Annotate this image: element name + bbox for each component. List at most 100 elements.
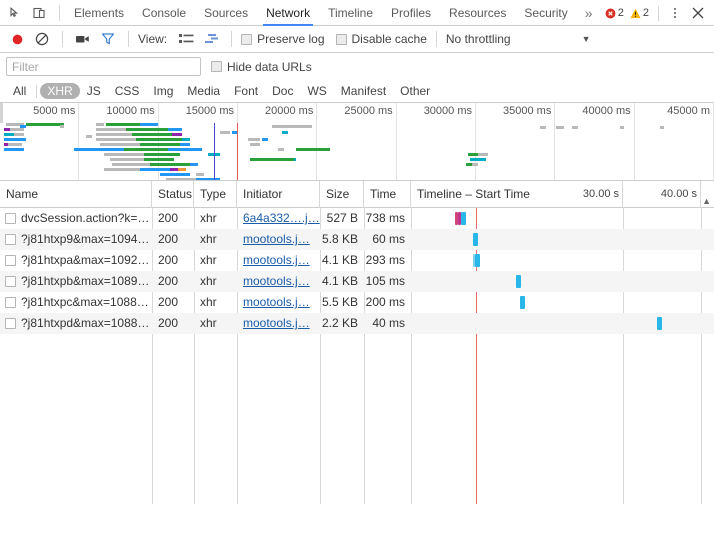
row-checkbox[interactable] — [5, 276, 16, 287]
type-filter-img[interactable]: Img — [146, 83, 180, 99]
cell-status: 200 — [152, 208, 194, 229]
tab-network[interactable]: Network — [257, 0, 319, 26]
search-input[interactable] — [6, 57, 201, 76]
network-overview[interactable]: 5000 ms10000 ms15000 ms20000 ms25000 ms3… — [0, 103, 714, 181]
timeline-tick-label: 40.00 s — [661, 181, 701, 208]
screenshot-button[interactable] — [72, 28, 94, 50]
initiator-link[interactable]: 6a4a332….j… — [243, 211, 320, 225]
overview-request-bar — [472, 163, 478, 166]
request-name: ?j81htxpb&max=1089… — [21, 271, 149, 292]
hide-data-urls-checkbox[interactable]: Hide data URLs — [211, 60, 312, 74]
error-icon — [605, 8, 616, 19]
overview-tick-label: 10000 ms — [106, 105, 158, 117]
type-filter-media[interactable]: Media — [180, 83, 227, 99]
overview-request-bar — [556, 126, 564, 129]
tab-profiles[interactable]: Profiles — [382, 0, 440, 26]
overview-request-bar — [282, 131, 288, 134]
type-filter-manifest[interactable]: Manifest — [334, 83, 393, 99]
warning-badge[interactable]: 2 — [628, 7, 651, 19]
filter-row: Hide data URLs — [0, 53, 714, 80]
row-checkbox[interactable] — [5, 234, 16, 245]
hide-data-urls-box[interactable] — [211, 61, 222, 72]
initiator-link[interactable]: mootools.j… — [243, 274, 310, 288]
column-header-time[interactable]: Time — [364, 181, 411, 208]
error-badge[interactable]: 2 — [603, 7, 626, 19]
type-filter-font[interactable]: Font — [227, 83, 265, 99]
column-header-size[interactable]: Size — [320, 181, 364, 208]
overview-request-bar — [10, 128, 24, 131]
overview-request-bar — [104, 153, 144, 156]
cell-timeline — [411, 313, 714, 334]
more-options-icon[interactable] — [666, 2, 684, 24]
overview-request-bar — [144, 158, 174, 161]
initiator-link[interactable]: mootools.j… — [243, 253, 310, 267]
cell-timeline — [411, 250, 714, 271]
overview-tick-label: 30000 ms — [424, 105, 476, 117]
clear-button[interactable] — [31, 28, 53, 50]
close-icon[interactable] — [686, 2, 710, 24]
disable-cache-box[interactable] — [336, 34, 347, 45]
disable-cache-checkbox[interactable]: Disable cache — [336, 32, 427, 46]
overview-request-bar — [182, 138, 190, 141]
type-filter-ws[interactable]: WS — [300, 83, 333, 99]
cell-time: 60 ms — [364, 229, 411, 250]
list-view-icon[interactable] — [175, 28, 197, 50]
table-row[interactable]: ?j81htxp9&max=1094…200xhrmootools.j…5.8 … — [0, 229, 714, 250]
preserve-log-box[interactable] — [241, 34, 252, 45]
overview-tick-label: 5000 ms — [33, 105, 79, 117]
tab-resources[interactable]: Resources — [440, 0, 515, 26]
column-header-type[interactable]: Type — [194, 181, 237, 208]
table-row[interactable]: ?j81htxpc&max=1088…200xhrmootools.j…5.5 … — [0, 292, 714, 313]
tab-timeline[interactable]: Timeline — [319, 0, 382, 26]
tabs-overflow-icon[interactable]: » — [577, 0, 601, 26]
initiator-link[interactable]: mootools.j… — [243, 316, 310, 330]
throttling-select[interactable]: No throttling — [446, 32, 511, 46]
tabbar-tool-icons — [0, 2, 54, 24]
overview-tick-label: 25000 ms — [344, 105, 396, 117]
tab-list: Elements Console Sources Network Timelin… — [65, 0, 601, 26]
column-header-status[interactable]: Status — [152, 181, 194, 208]
column-header-name[interactable]: Name — [0, 181, 152, 208]
cell-initiator: mootools.j… — [237, 229, 320, 250]
toolbar-divider-1 — [62, 31, 63, 47]
waterfall-view-icon[interactable] — [200, 28, 222, 50]
table-row[interactable]: ?j81htxpd&max=1088…200xhrmootools.j…2.2 … — [0, 313, 714, 334]
row-checkbox[interactable] — [5, 318, 16, 329]
cursor-inspect-icon[interactable] — [4, 2, 26, 24]
record-button[interactable] — [6, 28, 28, 50]
row-checkbox[interactable] — [5, 297, 16, 308]
table-row[interactable]: dvcSession.action?k=…200xhr6a4a332….j…52… — [0, 208, 714, 229]
table-row[interactable]: ?j81htxpb&max=1089…200xhrmootools.j…4.1 … — [0, 271, 714, 292]
type-filter-divider — [36, 85, 37, 98]
overview-request-bar — [250, 143, 260, 146]
type-filter-xhr[interactable]: XHR — [40, 83, 79, 99]
column-header-timeline[interactable]: Timeline – Start Time 30.00 s40.00 s ▲ — [411, 181, 714, 208]
type-filter-other[interactable]: Other — [393, 83, 437, 99]
preserve-log-checkbox[interactable]: Preserve log — [241, 32, 324, 46]
type-filter-doc[interactable]: Doc — [265, 83, 300, 99]
overview-ruler: 5000 ms10000 ms15000 ms20000 ms25000 ms3… — [0, 103, 714, 123]
overview-request-bar — [86, 135, 92, 138]
tab-sources[interactable]: Sources — [195, 0, 257, 26]
column-header-initiator[interactable]: Initiator — [237, 181, 320, 208]
row-checkbox[interactable] — [5, 213, 16, 224]
table-row[interactable]: ?j81htxpa&max=1092…200xhrmootools.j…4.1 … — [0, 250, 714, 271]
device-toggle-icon[interactable] — [28, 2, 50, 24]
cell-status: 200 — [152, 313, 194, 334]
cell-time: 738 ms — [364, 208, 411, 229]
tab-security[interactable]: Security — [515, 0, 576, 26]
initiator-link[interactable]: mootools.j… — [243, 295, 310, 309]
type-filter-js[interactable]: JS — [80, 83, 108, 99]
filter-button[interactable] — [97, 28, 119, 50]
initiator-link[interactable]: mootools.j… — [243, 232, 310, 246]
type-filter-all[interactable]: All — [6, 83, 33, 99]
error-count: 2 — [618, 7, 624, 19]
tab-elements[interactable]: Elements — [65, 0, 133, 26]
chevron-down-icon[interactable]: ▼ — [582, 34, 591, 44]
type-filter-css[interactable]: CSS — [108, 83, 147, 99]
row-checkbox[interactable] — [5, 255, 16, 266]
tab-console[interactable]: Console — [133, 0, 195, 26]
overview-request-bar — [262, 138, 268, 141]
cell-size: 4.1 KB — [320, 250, 364, 271]
overview-request-bar — [96, 133, 132, 136]
